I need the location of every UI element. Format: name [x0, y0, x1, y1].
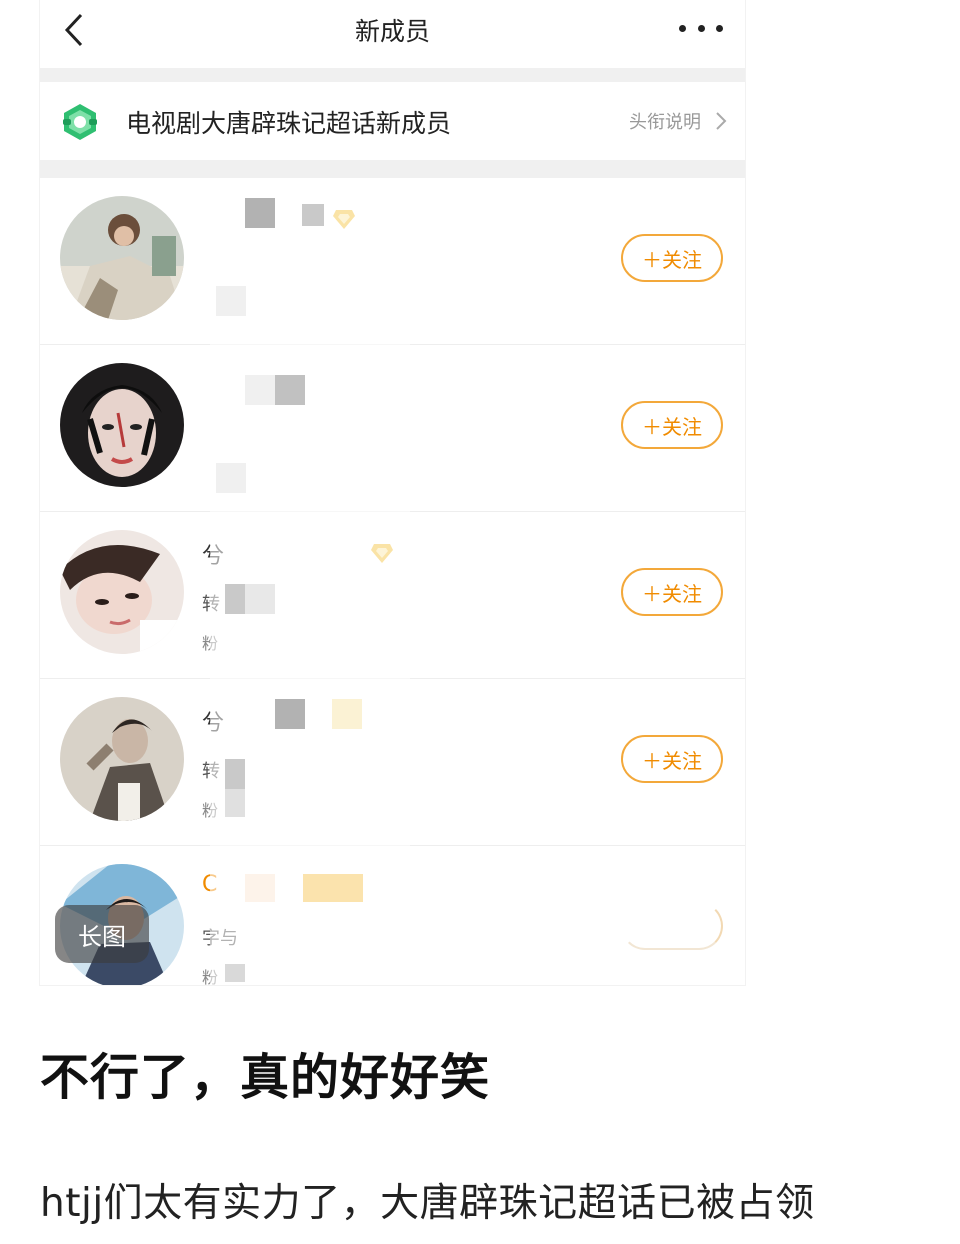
avatar-image — [60, 530, 184, 654]
member-fans-info: 粉 — [202, 801, 219, 820]
super-topic-icon — [63, 104, 97, 140]
member-badge-icon — [371, 544, 393, 563]
post-body-text: htjj们太有实力了，大唐辟珠记超话已被占领 — [40, 1181, 815, 1226]
member-repost-info: 转 — [202, 594, 220, 615]
screenshot-panel: 新成员 电视剧大唐辟珠记超话新成员 头衔说明 ＋关注 ＋关注 兮 转 粉 ＋关注… — [40, 0, 745, 985]
dot-icon — [679, 24, 686, 32]
follow-button[interactable] — [621, 902, 723, 950]
divider — [40, 68, 745, 82]
follow-button[interactable]: ＋关注 — [621, 735, 723, 783]
title-explanation-link[interactable]: 头衔说明 — [629, 108, 727, 134]
mosaic-block — [303, 874, 363, 902]
mosaic-block — [216, 463, 246, 493]
mosaic-block — [245, 198, 275, 228]
avatar[interactable] — [60, 697, 184, 821]
member-name: 兮 — [202, 711, 225, 736]
avatar[interactable] — [60, 530, 184, 654]
mosaic-block — [225, 584, 245, 614]
avatar[interactable] — [60, 196, 184, 320]
nav-bar: 新成员 — [40, 0, 745, 68]
title-explanation-label: 头衔说明 — [629, 112, 701, 133]
more-button[interactable] — [679, 18, 723, 38]
follow-button[interactable]: ＋关注 — [621, 568, 723, 616]
follow-button[interactable]: ＋关注 — [621, 234, 723, 282]
member-repost-info: 字与 — [202, 928, 238, 949]
mosaic-block — [332, 699, 362, 729]
member-row[interactable]: ＋关注 — [40, 345, 745, 512]
mosaic-block — [275, 375, 305, 405]
member-row[interactable]: 兮 转 粉 ＋关注 — [40, 679, 745, 846]
member-row[interactable]: ＋关注 — [40, 178, 745, 345]
member-row[interactable]: 兮 转 粉 ＋关注 — [40, 512, 745, 679]
dot-icon — [697, 24, 705, 32]
long-image-tag[interactable]: 长图 — [55, 905, 149, 963]
topic-header[interactable]: 电视剧大唐辟珠记超话新成员 头衔说明 — [40, 82, 745, 160]
avatar[interactable] — [60, 363, 184, 487]
member-fans-info: 粉 — [202, 968, 219, 985]
topic-title: 电视剧大唐辟珠记超话新成员 — [126, 109, 452, 138]
avatar-image — [60, 363, 184, 487]
member-fans-info: 粉 — [202, 634, 219, 653]
mosaic-block — [275, 699, 305, 729]
follow-button[interactable]: ＋关注 — [621, 401, 723, 449]
chevron-right-icon — [716, 112, 727, 130]
post-caption: 不行了，真的好好笑 — [40, 1049, 491, 1106]
mosaic-block — [245, 375, 275, 405]
mosaic-block — [216, 286, 246, 316]
mosaic-block — [225, 789, 245, 817]
mosaic-block — [245, 874, 275, 902]
member-name: C — [202, 872, 218, 897]
mosaic-block — [225, 964, 245, 982]
member-badge-icon — [333, 210, 355, 229]
dot-icon — [716, 24, 723, 32]
member-list: ＋关注 ＋关注 兮 转 粉 ＋关注 兮 转 粉 ＋关注 C 字与 粉 — [40, 178, 745, 985]
mosaic-block — [245, 584, 275, 614]
member-repost-info: 转 — [202, 761, 220, 782]
mosaic-block — [302, 204, 324, 226]
avatar-image — [60, 697, 184, 821]
avatar-image — [60, 196, 184, 320]
member-name: 兮 — [202, 544, 225, 569]
divider — [40, 160, 745, 178]
page-title: 新成员 — [354, 17, 430, 46]
mosaic-block — [225, 759, 245, 789]
